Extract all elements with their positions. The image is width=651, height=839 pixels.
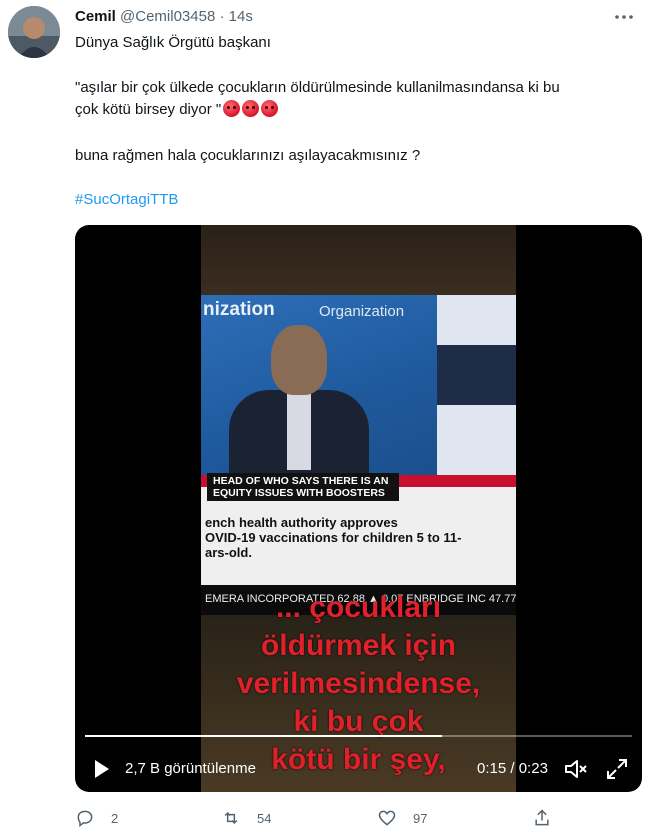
fullscreen-icon[interactable] [605, 757, 629, 781]
tweet-time[interactable]: 14s [229, 8, 253, 25]
play-icon[interactable] [89, 757, 113, 781]
display-name[interactable]: Cemil [75, 8, 116, 25]
tweet-header: Cemil @Cemil03458 · 14s [75, 8, 635, 28]
avatar[interactable] [8, 6, 60, 58]
subtitle-line-2: öldürmek için [260, 629, 457, 662]
video-player[interactable]: nization Organization HEAD OF WHO SAYS T… [75, 225, 642, 792]
tweet-text-line-4: buna rağmen hala çocuklarınızı aşılayaca… [75, 147, 421, 164]
tv-screen: nization Organization HEAD OF WHO SAYS T… [201, 295, 516, 615]
reply-icon [77, 810, 93, 827]
tv-side-text: Organization [319, 303, 405, 320]
volume-muted-icon[interactable] [563, 757, 589, 781]
tweet-text-line-2: "aşılar bir çok ülkede çocukların öldürü… [75, 79, 560, 96]
like-button[interactable]: 97 [377, 806, 427, 830]
angry-face-icon [223, 100, 241, 117]
speaker-figure [271, 325, 327, 395]
separator-dot: · [219, 8, 225, 25]
reply-button[interactable]: 2 [75, 806, 118, 830]
angry-face-icon [261, 100, 279, 117]
subtitle-line-4: ki bu çok [293, 705, 424, 738]
tweet-text-line-3-wrap: çok kötü birsey diyor " [75, 99, 279, 121]
tv-subline-2: OVID-19 vaccinations for children 5 to 1… [205, 530, 462, 545]
heart-icon [378, 810, 396, 826]
retweet-icon [224, 811, 238, 825]
user-handle[interactable]: @Cemil03458 [120, 8, 215, 25]
share-button[interactable] [532, 806, 568, 830]
share-icon [535, 809, 549, 826]
subtitle-line-1: ... çocukları [275, 591, 442, 624]
tv-headline: HEAD OF WHO SAYS THERE IS AN EQUITY ISSU… [207, 473, 399, 501]
reply-count: 2 [111, 810, 119, 826]
time-current: 0:15 [477, 760, 507, 777]
video-timecode: 0:15 / 0:23 [477, 760, 548, 777]
subtitle-line-3: verilmesindense, [236, 667, 481, 700]
video-progress-fill [85, 735, 442, 737]
tweet-text-line-1: Dünya Sağlık Örgütü başkanı [75, 34, 271, 51]
retweet-count: 54 [257, 810, 272, 826]
hashtag-link[interactable]: #SucOrtagiTTB [75, 189, 178, 211]
angry-face-icon [242, 100, 260, 117]
tweet-text-line-3: çok kötü birsey diyor " [75, 101, 222, 118]
like-count: 97 [413, 810, 428, 826]
retweet-button[interactable]: 54 [221, 806, 271, 830]
view-count: 2,7 B görüntülenme [125, 760, 256, 777]
tv-subline-1: ench health authority approves [205, 515, 398, 530]
more-options-icon[interactable] [613, 6, 635, 28]
tv-subline-3: ars-old. [205, 545, 252, 560]
tweet-actions: 2 54 97 [75, 806, 575, 830]
tv-channel-text: nization [203, 299, 275, 320]
time-total: 0:23 [518, 760, 548, 777]
video-progress-bar[interactable] [85, 735, 632, 737]
